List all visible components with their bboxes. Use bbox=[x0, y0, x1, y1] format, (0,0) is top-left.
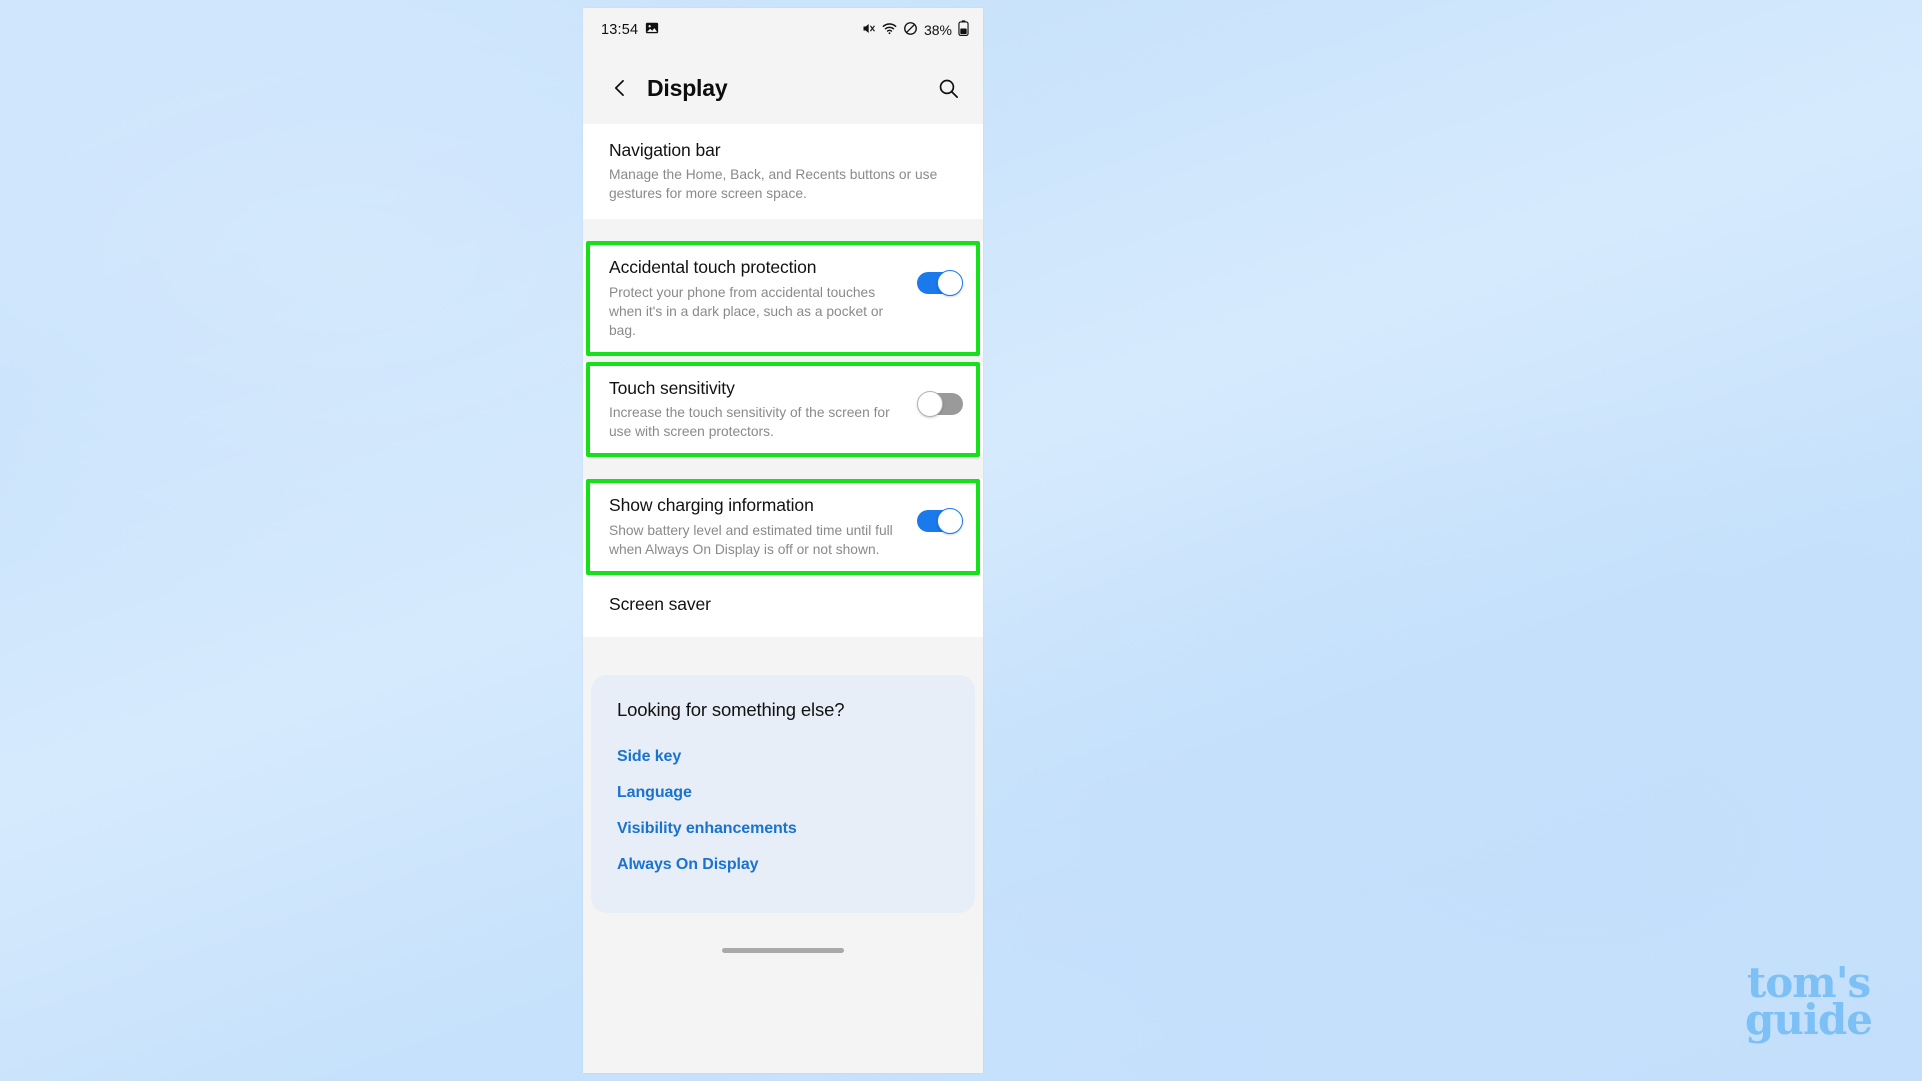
setting-subtitle: Show battery level and estimated time un… bbox=[609, 522, 893, 557]
setting-row-show-charging-information[interactable]: Show charging information Show battery l… bbox=[583, 479, 983, 575]
setting-subtitle: Protect your phone from accidental touch… bbox=[609, 284, 884, 338]
toggle-show-charging-information[interactable] bbox=[917, 508, 963, 535]
toggle-knob bbox=[917, 390, 943, 417]
battery-icon bbox=[958, 20, 969, 40]
card-screen-saver: Screen saver bbox=[583, 574, 983, 638]
highlight-wrap-touch-sensitivity: Touch sensitivity Increase the touch sen… bbox=[583, 361, 983, 458]
card-touch-sensitivity: Touch sensitivity Increase the touch sen… bbox=[583, 361, 983, 458]
setting-subtitle: Increase the touch sensitivity of the sc… bbox=[609, 405, 890, 440]
watermark-line-2: guide bbox=[1745, 995, 1873, 1045]
link-language[interactable]: Language bbox=[617, 775, 949, 811]
setting-row-screen-saver[interactable]: Screen saver bbox=[583, 574, 983, 638]
setting-row-accidental-touch-protection[interactable]: Accidental touch protection Protect your… bbox=[583, 241, 983, 356]
back-button[interactable] bbox=[603, 71, 637, 105]
section-gap bbox=[583, 457, 983, 480]
row-texts: Touch sensitivity Increase the touch sen… bbox=[609, 377, 917, 441]
toggle-touch-sensitivity[interactable] bbox=[917, 390, 963, 417]
row-texts: Screen saver bbox=[609, 593, 963, 615]
do-not-disturb-icon bbox=[903, 21, 918, 40]
setting-title: Screen saver bbox=[609, 593, 711, 614]
toggle-knob bbox=[937, 270, 963, 297]
card-show-charging-information: Show charging information Show battery l… bbox=[583, 479, 983, 575]
setting-title: Navigation bar bbox=[609, 140, 721, 160]
settings-list: Navigation bar Manage the Home, Back, an… bbox=[583, 124, 983, 970]
status-time: 13:54 bbox=[601, 22, 639, 38]
setting-row-touch-sensitivity[interactable]: Touch sensitivity Increase the touch sen… bbox=[583, 361, 983, 458]
section-gap bbox=[583, 637, 983, 676]
setting-subtitle: Manage the Home, Back, and Recents butto… bbox=[609, 167, 938, 202]
setting-row-navigation-bar[interactable]: Navigation bar Manage the Home, Back, an… bbox=[583, 124, 983, 220]
row-texts: Navigation bar Manage the Home, Back, an… bbox=[609, 139, 963, 203]
battery-percent: 38% bbox=[923, 22, 952, 38]
mute-icon bbox=[861, 21, 876, 40]
setting-title: Accidental touch protection bbox=[609, 257, 817, 278]
watermark-toms-guide: tom's guide bbox=[1745, 962, 1873, 1045]
search-icon bbox=[939, 79, 958, 98]
status-bar-left: 13:54 bbox=[601, 21, 659, 39]
wifi-icon bbox=[882, 21, 897, 40]
link-visibility-enhancements[interactable]: Visibility enhancements bbox=[617, 811, 949, 847]
home-indicator-area bbox=[583, 931, 983, 970]
link-always-on-display[interactable]: Always On Display bbox=[617, 847, 949, 883]
row-texts: Accidental touch protection Protect your… bbox=[609, 256, 917, 339]
app-bar: Display bbox=[583, 52, 983, 124]
row-texts: Show charging information Show battery l… bbox=[609, 494, 917, 558]
link-side-key[interactable]: Side key bbox=[617, 739, 949, 775]
toggle-knob bbox=[937, 508, 963, 535]
status-bar: 13:54 38% bbox=[583, 8, 983, 52]
page-title: Display bbox=[647, 74, 728, 101]
wallpaper-background: 13:54 38% Display Navigation bar Manage … bbox=[0, 0, 1922, 1081]
image-icon bbox=[645, 21, 659, 39]
highlight-wrap-show-charging-information: Show charging information Show battery l… bbox=[583, 479, 983, 575]
setting-title: Show charging information bbox=[609, 495, 814, 516]
chevron-left-icon bbox=[614, 79, 624, 97]
search-button[interactable] bbox=[931, 71, 965, 105]
section-gap bbox=[583, 219, 983, 242]
toggle-accidental-touch-protection[interactable] bbox=[917, 270, 963, 297]
card-navigation-bar: Navigation bar Manage the Home, Back, an… bbox=[583, 124, 983, 220]
home-indicator[interactable] bbox=[722, 947, 844, 953]
status-bar-right: 38% bbox=[861, 20, 969, 40]
looking-for-something-else-card: Looking for something else? Side key Lan… bbox=[591, 675, 975, 914]
section-gap bbox=[583, 913, 983, 932]
setting-title: Touch sensitivity bbox=[609, 377, 735, 398]
highlight-wrap-accidental-touch: Accidental touch protection Protect your… bbox=[583, 241, 983, 356]
looking-for-something-else-title: Looking for something else? bbox=[617, 699, 845, 721]
card-accidental-touch-protection: Accidental touch protection Protect your… bbox=[583, 241, 983, 356]
phone-screen: 13:54 38% Display Navigation bar Manage … bbox=[583, 8, 983, 1073]
